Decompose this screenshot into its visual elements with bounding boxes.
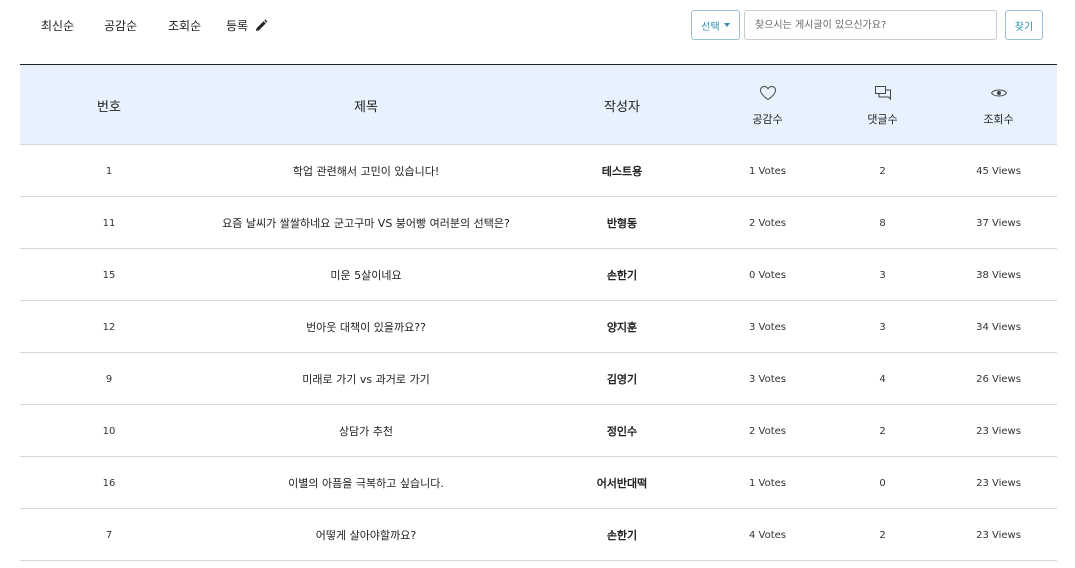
row-number: 9 <box>105 373 113 385</box>
row-votes: 3 Votes <box>748 373 786 385</box>
row-author: 김영기 <box>606 373 638 386</box>
table-row[interactable]: 9 미래로 가기 vs 과거로 가기 김영기 3 Votes 4 26 Views <box>20 353 1057 405</box>
row-title[interactable]: 상담가 추천 <box>198 405 534 457</box>
row-author: 어서반대떡 <box>596 477 648 490</box>
row-comments: 3 <box>879 321 886 333</box>
row-comments: 4 <box>879 373 886 385</box>
header-votes: 공감수 <box>710 65 825 146</box>
row-votes: 2 Votes <box>748 217 786 229</box>
row-votes: 1 Votes <box>748 477 786 489</box>
header-views-label: 조회수 <box>983 112 1014 126</box>
header-author: 작성자 <box>604 100 640 115</box>
header-comments-label: 댓글수 <box>867 112 898 126</box>
row-author: 정인수 <box>606 425 638 438</box>
row-views: 23 Views <box>976 529 1021 541</box>
row-views: 26 Views <box>976 373 1021 385</box>
row-title[interactable]: 미운 5살이네요 <box>198 249 534 301</box>
row-number: 12 <box>102 321 116 333</box>
row-number: 10 <box>102 425 116 437</box>
row-comments: 3 <box>879 269 886 281</box>
search-category-select[interactable]: 선택 <box>691 10 740 40</box>
table-row[interactable]: 12 번아웃 대책이 있을까요?? 양지훈 3 Votes 3 34 Views <box>20 301 1057 353</box>
post-table: 번호 제목 작성자 공감수 댓글수 조회수 1 학업 관련해서 고민이 있습니다!… <box>20 64 1057 561</box>
select-label: 선택 <box>701 21 720 33</box>
top-bar: 최신순 공감순 조회순 등록 선택 찾기 <box>0 0 1075 52</box>
row-votes: 4 Votes <box>748 529 786 541</box>
row-votes: 3 Votes <box>748 321 786 333</box>
caret-down-icon <box>723 23 730 27</box>
row-votes: 1 Votes <box>748 165 786 177</box>
table-row[interactable]: 10 상담가 추천 정인수 2 Votes 2 23 Views <box>20 405 1057 457</box>
header-views: 조회수 <box>940 65 1057 146</box>
sort-likes-link[interactable]: 공감순 <box>104 17 137 34</box>
write-label: 등록 <box>226 19 249 33</box>
row-comments: 0 <box>879 477 886 489</box>
row-title[interactable]: 학업 관련해서 고민이 있습니다! <box>198 145 534 197</box>
pencil-icon <box>254 19 268 33</box>
sort-latest-link[interactable]: 최신순 <box>41 17 74 34</box>
row-comments: 2 <box>879 165 886 177</box>
row-comments: 2 <box>879 425 886 437</box>
row-author: 양지훈 <box>606 321 638 334</box>
table-body: 1 학업 관련해서 고민이 있습니다! 테스트용 1 Votes 2 45 Views 11… <box>20 145 1057 561</box>
table-row[interactable]: 11 요즘 날씨가 쌀쌀하네요 군고구마 VS 붕어빵 여러분의 선택은? 반형동 2… <box>20 197 1057 249</box>
table-row[interactable]: 7 어떻게 살아야할까요? 손한기 4 Votes 2 23 Views <box>20 509 1057 561</box>
row-number: 16 <box>102 477 116 489</box>
row-number: 15 <box>102 269 116 281</box>
row-author: 손한기 <box>606 269 638 282</box>
row-title[interactable]: 미래로 가기 vs 과거로 가기 <box>198 353 534 405</box>
row-title[interactable]: 번아웃 대책이 있을까요?? <box>198 301 534 353</box>
row-title[interactable]: 이별의 아픔을 극복하고 싶습니다. <box>198 457 534 509</box>
table-header: 번호 제목 작성자 공감수 댓글수 조회수 <box>20 64 1057 145</box>
header-comments: 댓글수 <box>825 65 940 146</box>
row-comments: 8 <box>879 217 886 229</box>
row-author: 반형동 <box>606 217 638 230</box>
row-views: 37 Views <box>976 217 1021 229</box>
row-number: 11 <box>102 217 116 229</box>
search-button[interactable]: 찾기 <box>1005 10 1043 40</box>
sort-views-link[interactable]: 조회순 <box>168 17 201 34</box>
write-link[interactable]: 등록 <box>226 17 268 34</box>
row-views: 23 Views <box>976 477 1021 489</box>
header-number: 번호 <box>97 100 121 115</box>
comments-icon <box>874 85 892 101</box>
row-author: 손한기 <box>606 529 638 542</box>
row-views: 34 Views <box>976 321 1021 333</box>
header-votes-label: 공감수 <box>752 112 783 126</box>
eye-icon <box>990 85 1008 101</box>
row-views: 38 Views <box>976 269 1021 281</box>
row-views: 45 Views <box>976 165 1021 177</box>
search-input[interactable] <box>744 10 997 40</box>
row-title[interactable]: 어떻게 살아야할까요? <box>198 509 534 561</box>
table-row[interactable]: 1 학업 관련해서 고민이 있습니다! 테스트용 1 Votes 2 45 Views <box>20 145 1057 197</box>
table-row[interactable]: 15 미운 5살이네요 손한기 0 Votes 3 38 Views <box>20 249 1057 301</box>
row-views: 23 Views <box>976 425 1021 437</box>
row-number: 7 <box>105 529 113 541</box>
heart-icon <box>759 85 777 101</box>
row-votes: 2 Votes <box>748 425 786 437</box>
row-comments: 2 <box>879 529 886 541</box>
table-row[interactable]: 16 이별의 아픔을 극복하고 싶습니다. 어서반대떡 1 Votes 0 23 View… <box>20 457 1057 509</box>
row-author: 테스트용 <box>601 165 643 178</box>
header-title: 제목 <box>354 100 378 115</box>
row-votes: 0 Votes <box>748 269 786 281</box>
row-title[interactable]: 요즘 날씨가 쌀쌀하네요 군고구마 VS 붕어빵 여러분의 선택은? <box>198 197 534 249</box>
row-number: 1 <box>105 165 113 177</box>
